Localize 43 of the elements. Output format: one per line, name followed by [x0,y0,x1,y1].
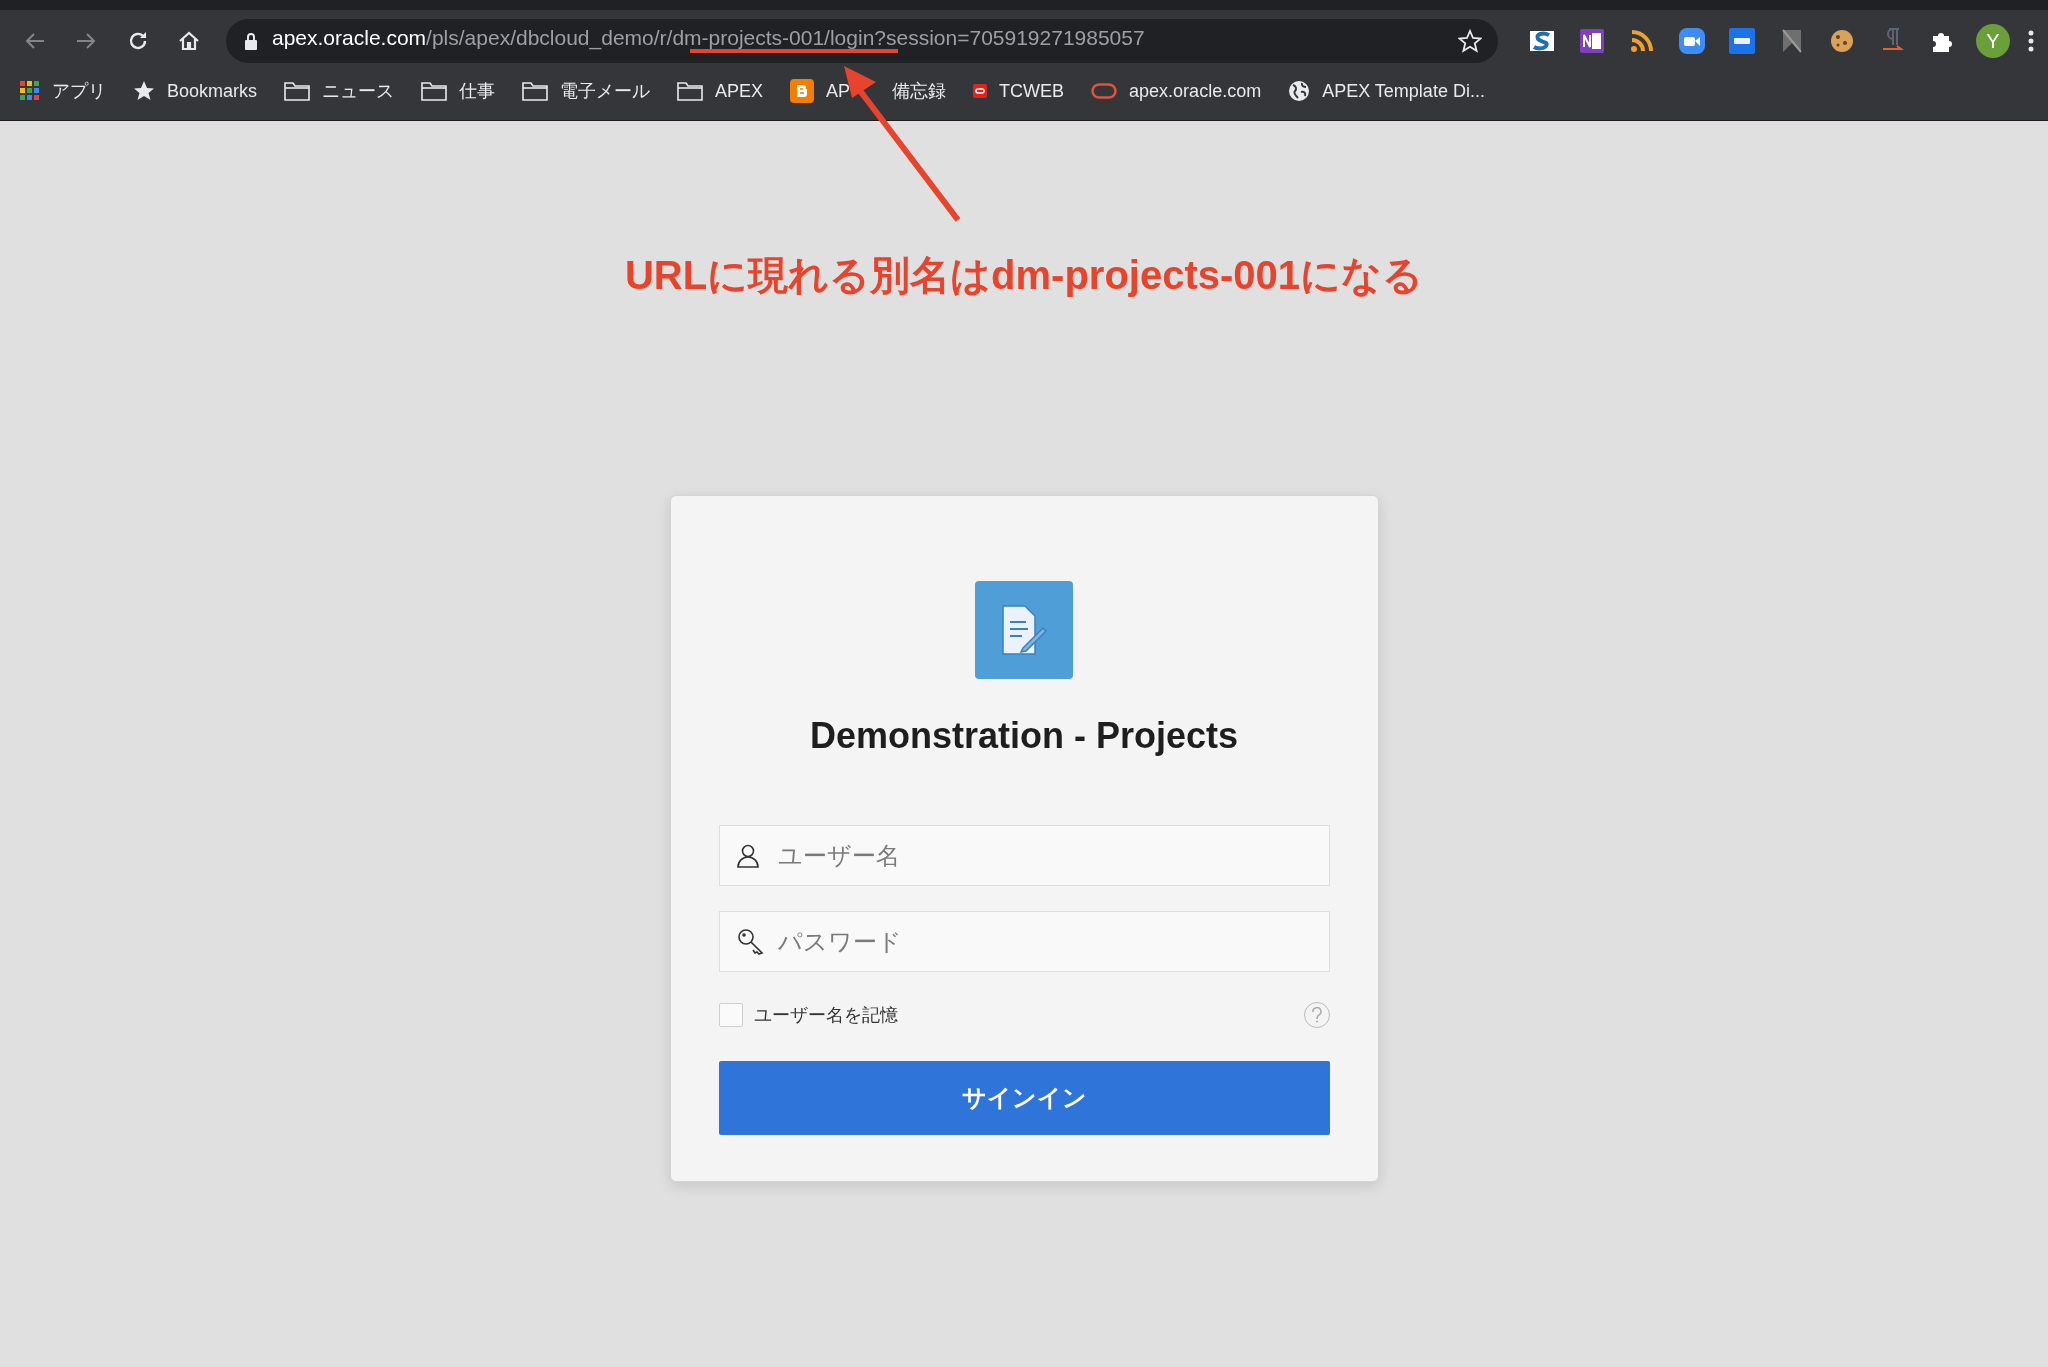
folder-icon [522,81,549,101]
video-camera-icon [1678,27,1706,55]
bookmark-flag-icon [1779,28,1805,54]
bookmark-item[interactable]: 電子メール [522,79,651,103]
document-pencil-icon [1001,604,1047,656]
lock-icon [244,32,258,50]
bookmark-item[interactable]: APEX [677,80,764,102]
bookmark-item[interactable]: TCWEB [973,80,1065,102]
bookmark-item[interactable]: apex.oracle.com [1091,80,1262,102]
user-icon [736,843,759,868]
rss-icon [1629,28,1655,54]
key-icon [736,927,765,956]
remember-label: ユーザー名を記憶 [753,1004,899,1027]
bookmark-item[interactable]: ニュース [284,79,395,103]
bookmark-item[interactable]: 仕事 [421,79,496,103]
more-menu-icon[interactable] [2028,30,2034,52]
address-bar[interactable]: apex.oracle.com/pls/apex/dbcloud_demo/r/dm-projects-001/login?session=705919271985057 [226,19,1498,63]
remember-checkbox[interactable] [718,1003,743,1027]
globe-icon [1288,80,1311,102]
bookmark-label[interactable]: AP [826,80,851,102]
star-icon [133,80,155,102]
url-text: apex.oracle.com/pls/apex/dbcloud_demo/r/dm-projects-001/login?session=705919271985057 [272,28,1145,48]
oracle-ring-icon [1091,83,1118,99]
annotation-text: URLに現れる別名はdm-projects-001になる [624,253,1424,297]
bookmark-item[interactable]: アプリ [20,79,106,103]
notebook-icon [1579,28,1605,54]
cookie-icon [1829,28,1855,54]
blogger-icon [790,79,815,103]
bookmark-star-icon[interactable] [1458,29,1482,53]
sign-in-button[interactable]: サインイン [718,1061,1330,1135]
folder-icon [284,81,311,101]
bookmark-label[interactable]: 備忘録 [892,79,947,103]
folder-icon [421,81,448,101]
s-logo-icon [1529,28,1555,54]
folder-icon [677,81,704,101]
apps-grid-icon [20,81,40,101]
bookmark-item[interactable]: APEX Template Di... [1288,80,1485,102]
password-field[interactable]: パスワード [718,911,1330,972]
bookmark-item[interactable]: Bookmarks [133,80,258,102]
question-mark-icon [1310,1007,1323,1023]
username-field[interactable]: ユーザー名 [718,825,1330,886]
oracle-icon [973,84,988,98]
app-title: Demonstration - Projects [809,715,1239,757]
